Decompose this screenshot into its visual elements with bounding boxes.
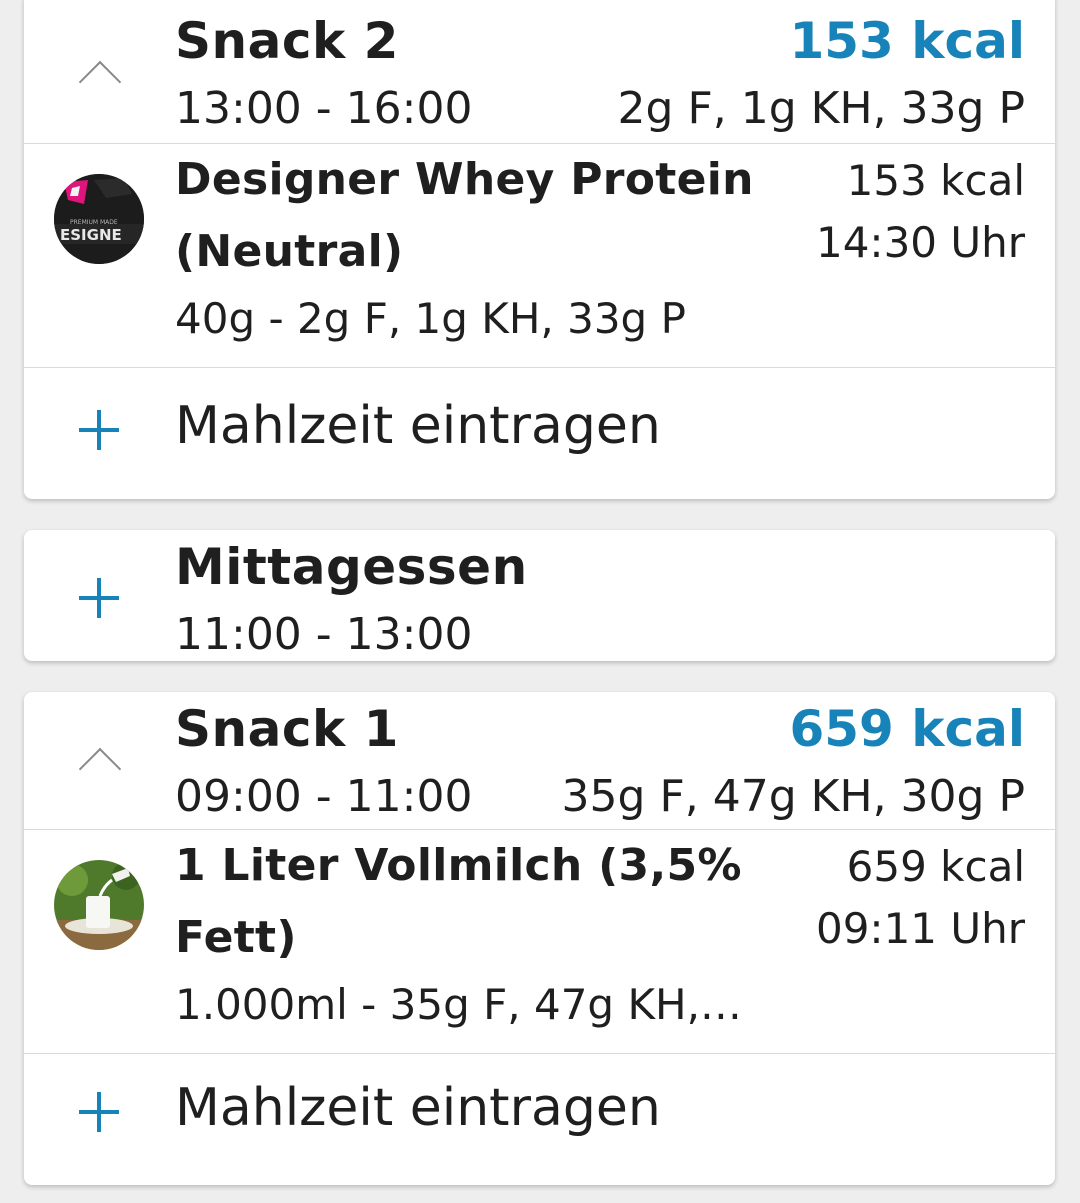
meal-title: Mittagessen [175, 538, 528, 596]
add-meal-label: Mahlzeit eintragen [175, 1078, 661, 1138]
food-detail: 40g - 2g F, 1g KH, 33g P [175, 294, 686, 343]
meal-kcal-total: 153 kcal [789, 12, 1025, 70]
meal-macros: 35g F, 47g KH, 30g P [561, 771, 1025, 822]
food-detail: 1.000ml - 35g F, 47g KH,… [175, 980, 742, 1029]
meal-title: Snack 2 [175, 12, 399, 70]
food-time: 09:11 Uhr [815, 904, 1025, 953]
protein-package-image: ESIGNE PREMIUM MADE [54, 174, 144, 264]
meal-time-range: 13:00 - 16:00 [175, 83, 473, 134]
plus-icon [79, 1092, 119, 1132]
food-entry-row[interactable]: ESIGNE PREMIUM MADE Designer Whey Protei… [24, 144, 1055, 367]
meal-header-snack-2[interactable]: Snack 2 153 kcal 13:00 - 16:00 2g F, 1g … [24, 0, 1055, 143]
food-name-line-1: Designer Whey Protein [175, 154, 754, 205]
food-name-line-1: 1 Liter Vollmilch (3,5% [175, 840, 742, 891]
food-kcal: 659 kcal [846, 842, 1025, 891]
svg-text:ESIGNE: ESIGNE [60, 226, 122, 244]
meal-kcal-total: 659 kcal [789, 700, 1025, 758]
meal-time-range: 11:00 - 13:00 [175, 609, 473, 660]
meal-card-snack-1: Snack 1 659 kcal 09:00 - 11:00 35g F, 47… [24, 692, 1055, 1185]
add-meal-label: Mahlzeit eintragen [175, 396, 661, 456]
protein-powder-thumbnail: ESIGNE PREMIUM MADE [54, 174, 144, 264]
chevron-up-icon[interactable] [78, 60, 122, 104]
food-entry-row[interactable]: 1 Liter Vollmilch (3,5% Fett) 1.000ml - … [24, 830, 1055, 1053]
milk-glass-image [54, 860, 144, 950]
meal-time-range: 09:00 - 11:00 [175, 771, 473, 822]
food-time: 14:30 Uhr [815, 218, 1025, 267]
plus-icon[interactable] [79, 578, 119, 618]
meal-title: Snack 1 [175, 700, 399, 758]
food-name-line-2: (Neutral) [175, 226, 404, 277]
meal-header-snack-1[interactable]: Snack 1 659 kcal 09:00 - 11:00 35g F, 47… [24, 692, 1055, 829]
plus-icon [79, 410, 119, 450]
add-meal-button[interactable]: Mahlzeit eintragen [24, 1054, 1055, 1185]
svg-text:PREMIUM MADE: PREMIUM MADE [70, 219, 118, 226]
food-kcal: 153 kcal [846, 156, 1025, 205]
milk-glass-thumbnail [54, 860, 144, 950]
meal-card-mittagessen[interactable]: Mittagessen 11:00 - 13:00 [24, 530, 1055, 661]
food-name-line-2: Fett) [175, 912, 297, 963]
meal-card-snack-2: Snack 2 153 kcal 13:00 - 16:00 2g F, 1g … [24, 0, 1055, 499]
add-meal-button[interactable]: Mahlzeit eintragen [24, 368, 1055, 499]
meal-macros: 2g F, 1g KH, 33g P [617, 83, 1025, 134]
chevron-up-icon[interactable] [78, 747, 122, 791]
